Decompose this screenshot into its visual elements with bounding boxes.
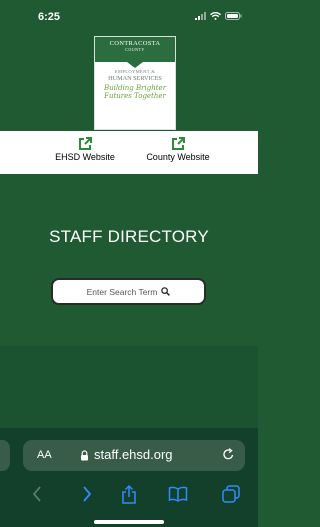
- contra-costa-ehs-logo: CONTRACOSTA COUNTY EMPLOYMENT & HUMAN SE…: [94, 36, 176, 130]
- logo-header: CONTRACOSTA COUNTY: [95, 37, 175, 57]
- browser-chrome: AA staff.ehsd.org: [0, 428, 258, 527]
- page-title: STAFF DIRECTORY: [49, 227, 209, 246]
- reload-icon[interactable]: [222, 448, 235, 461]
- status-icons: [195, 12, 242, 20]
- directory-hero: STAFF DIRECTORY Enter Search Term: [0, 174, 258, 346]
- bookmarks-icon[interactable]: [168, 485, 188, 503]
- forward-icon[interactable]: [82, 485, 92, 503]
- battery-icon: [225, 12, 242, 20]
- url-text[interactable]: staff.ehsd.org: [94, 447, 173, 462]
- external-link-icon: [172, 137, 185, 150]
- search-input[interactable]: Enter Search Term: [51, 278, 206, 305]
- logo-dept-line2: HUMAN SERVICES: [108, 75, 162, 82]
- search-placeholder: Enter Search Term: [86, 286, 158, 297]
- lock-icon: [81, 450, 88, 461]
- status-time: 6:25: [38, 11, 61, 23]
- ehsd-website-label: EHSD Website: [55, 152, 115, 162]
- signal-icon: [195, 12, 206, 20]
- browser-toolbar: [0, 483, 258, 509]
- status-bar: 6:25: [0, 0, 258, 34]
- wifi-icon: [210, 12, 221, 20]
- logo-name-line2: COUNTY: [125, 47, 145, 52]
- mountain-icon: [95, 57, 175, 69]
- website-links-bar: EHSD Website County Website: [0, 131, 258, 174]
- share-icon[interactable]: [121, 485, 137, 505]
- search-icon[interactable]: [161, 287, 171, 296]
- logo-tagline-line1: Building Brighter: [103, 84, 167, 92]
- logo-tagline: Building Brighter Futures Together: [95, 84, 175, 100]
- external-link-icon: [79, 137, 92, 150]
- home-indicator[interactable]: [94, 520, 164, 524]
- tabs-icon[interactable]: [222, 485, 240, 503]
- county-website-link[interactable]: County Website: [133, 137, 223, 162]
- logo-department: EMPLOYMENT & HUMAN SERVICES: [95, 69, 175, 82]
- text-size-button[interactable]: AA: [37, 449, 52, 461]
- page-footer-area: [0, 346, 258, 428]
- ehsd-website-link[interactable]: EHSD Website: [40, 137, 130, 162]
- previous-tab-edge[interactable]: [0, 440, 10, 471]
- back-icon[interactable]: [32, 485, 42, 503]
- county-website-label: County Website: [146, 152, 210, 162]
- logo-name-line1: CONTRACOSTA: [109, 40, 161, 47]
- logo-tagline-line2: Futures Together: [104, 92, 166, 100]
- address-bar[interactable]: AA staff.ehsd.org: [23, 440, 245, 471]
